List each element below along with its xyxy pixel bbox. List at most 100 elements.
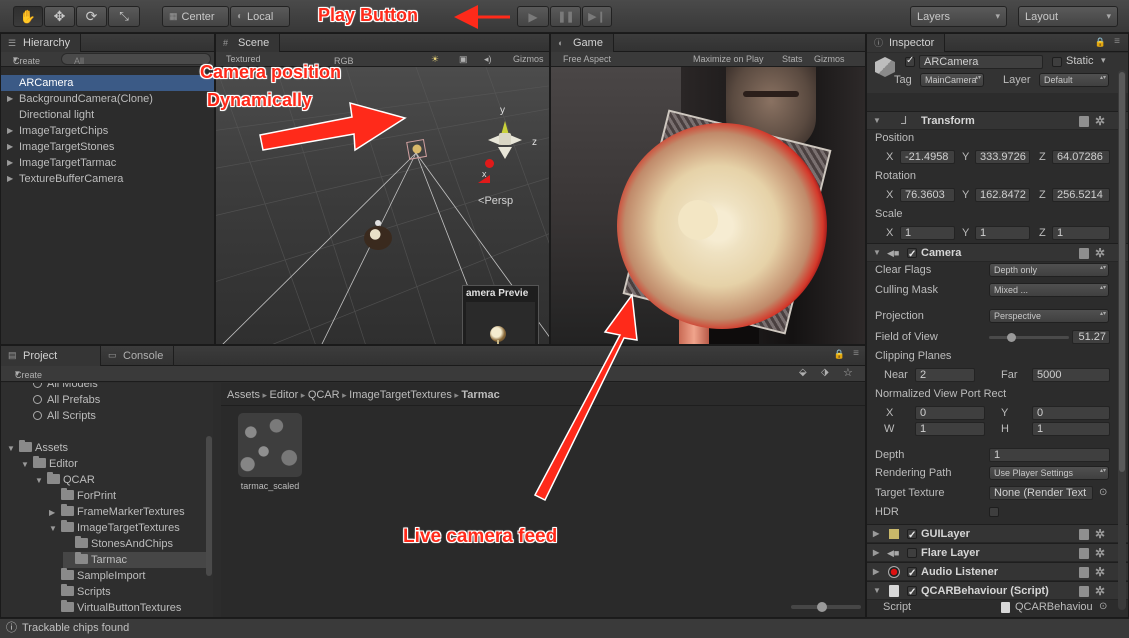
fov-slider[interactable] [989,333,1069,342]
tab-console[interactable]: ▭ Console [101,346,175,366]
rotate-tool-button[interactable]: ⟳ [76,6,107,27]
asset-tarmac-scaled[interactable]: tarmac_scaled [237,413,303,493]
position-z-field[interactable]: 64.07286 [1052,150,1110,164]
scale-tool-button[interactable]: ⤡ [108,6,140,27]
panel-lock-icon[interactable]: 🔒 [834,349,845,360]
tree-folder[interactable]: ▶ FrameMarkerTextures [49,504,185,520]
aspect-dropdown[interactable]: Free Aspect [563,54,611,64]
audiolistener-settings-icon[interactable]: ✲ [1095,563,1105,581]
hierarchy-foldout-icon[interactable]: ▶ [7,123,13,139]
qcarbehaviour-checkbox[interactable] [907,584,917,602]
guilayer-checkbox[interactable] [907,527,917,545]
hierarchy-foldout-icon[interactable]: ▶ [7,155,13,171]
orientation-gizmo[interactable]: y z x [474,105,538,189]
breadcrumb-item[interactable]: Assets [227,389,260,401]
tree-foldout-icon[interactable]: ▼ [49,521,61,537]
guilayer-settings-icon[interactable]: ✲ [1095,525,1105,543]
tree-folder[interactable]: StonesAndChips [63,536,173,552]
tab-inspector[interactable]: ⓘ Inspector [867,34,946,52]
breadcrumb-item[interactable]: QCAR [308,389,340,401]
tree-folder[interactable]: ForPrint [49,488,116,504]
audiolistener-foldout-icon[interactable]: ▶ [873,563,879,581]
flarelayer-checkbox[interactable] [907,548,917,558]
guilayer-help-icon[interactable] [1079,529,1089,540]
audiolistener-help-icon[interactable] [1079,567,1089,578]
filter-label-icon[interactable]: ⬗ [821,367,829,378]
tree-scrollbar[interactable] [206,436,212,576]
tree-folder[interactable]: ▼ Editor [21,456,78,472]
tree-folder[interactable]: ▼ Assets [7,440,68,456]
flarelayer-header[interactable]: ▶ ◀■ Flare Layer ✲ [867,543,1128,562]
camera-header[interactable]: ▼ ◀■ Camera ✲ [867,243,1128,264]
move-tool-button[interactable]: ✥ [44,6,75,27]
favorite-star-icon[interactable]: ☆ [843,366,853,379]
tab-project[interactable]: ▤ Project [1,346,101,366]
fx-toggle-icon[interactable]: ▣ [459,54,468,65]
inspector-lock-icon[interactable]: 🔒 [1095,37,1106,48]
inspector-scrollbar[interactable] [1118,70,1126,610]
position-x-field[interactable]: -21.4958 [900,150,955,164]
hand-tool-button[interactable]: ✋ [13,6,43,27]
guilayer-foldout-icon[interactable]: ▶ [873,525,879,543]
favorite-item[interactable]: All Scripts [33,408,96,424]
target-texture-field[interactable]: None (Render Text [989,486,1093,500]
tree-foldout-icon[interactable]: ▼ [35,473,47,489]
transform-help-icon[interactable] [1079,116,1089,127]
hierarchy-foldout-icon[interactable]: ▶ [7,171,13,187]
flarelayer-settings-icon[interactable]: ✲ [1095,544,1105,562]
step-button[interactable]: ▶❙ [582,6,612,27]
play-button[interactable]: ▶ [517,6,549,27]
hierarchy-foldout-icon[interactable]: ▶ [7,139,13,155]
transform-header[interactable]: ▼ ⅃ Transform ✲ [867,111,1128,130]
tree-folder[interactable]: VirtualButtonTextures [49,600,181,616]
guilayer-header[interactable]: ▶ GUILayer ✲ [867,524,1128,545]
inspector-menu-icon[interactable]: ≡ [1114,36,1120,47]
layout-dropdown[interactable]: Layout [1018,6,1118,27]
hdr-checkbox[interactable] [989,507,999,517]
camera-enabled-checkbox[interactable] [907,246,917,264]
rotation-x-field[interactable]: 76.3603 [900,188,955,202]
culling-mask-dropdown[interactable]: Mixed ... [989,283,1109,297]
depth-field[interactable]: 1 [989,448,1110,462]
flarelayer-foldout-icon[interactable]: ▶ [873,544,879,562]
stats-toggle[interactable]: Stats [782,54,803,64]
hierarchy-create-button[interactable]: Create ▾ [13,54,40,66]
audiolistener-header[interactable]: ▶ Audio Listener ✲ [867,562,1128,583]
fov-field[interactable]: 51.27 [1072,330,1110,344]
hierarchy-item[interactable]: ▶ ImageTargetTarmac [1,155,214,171]
hierarchy-search-input[interactable]: All [61,53,211,66]
position-y-field[interactable]: 333.9726 [975,150,1030,164]
breadcrumb-item[interactable]: Tarmac [461,389,499,401]
audiolistener-checkbox[interactable] [907,565,917,583]
tree-folder[interactable]: SampleImport [49,568,145,584]
fov-slider-thumb[interactable] [1007,333,1017,342]
persp-label-toggle[interactable]: <Persp [478,195,513,207]
scene-gizmos-dropdown[interactable]: Gizmos [513,54,544,64]
camera-foldout-icon[interactable]: ▼ [873,244,881,262]
tree-foldout-icon[interactable]: ▼ [21,457,33,473]
scene-pot-object[interactable] [362,220,394,254]
clear-flags-dropdown[interactable]: Depth only [989,263,1109,277]
favorite-item[interactable]: All Prefabs [33,392,100,408]
audio-toggle-icon[interactable]: ◂) [484,54,492,65]
thumbnail-size-slider[interactable] [791,602,861,612]
tab-scene[interactable]: # Scene [216,34,281,52]
game-gizmos-toggle[interactable]: Gizmos [814,54,845,64]
vp-w-field[interactable]: 1 [915,422,985,436]
camera-help-icon[interactable] [1079,248,1089,259]
hierarchy-item[interactable]: ▶ TextureBufferCamera [1,171,214,187]
hierarchy-item[interactable]: ARCamera [1,75,214,91]
lighting-toggle-icon[interactable]: ☀ [431,54,439,65]
script-value[interactable]: QCARBehaviou [1015,598,1099,616]
filter-type-icon[interactable]: ⬙ [799,367,807,378]
tree-foldout-icon[interactable]: ▼ [7,441,19,457]
layers-dropdown[interactable]: Layers [910,6,1007,27]
project-create-button[interactable]: Create ▾ [15,368,42,380]
tab-game[interactable]: ◐ Game [551,34,614,52]
qcarbehaviour-help-icon[interactable] [1079,586,1089,597]
object-active-checkbox[interactable] [905,55,915,67]
transform-foldout-icon[interactable]: ▼ [873,112,881,130]
panel-menu-icon[interactable]: ≡ [853,348,859,359]
rotation-y-field[interactable]: 162.8472 [975,188,1030,202]
pivot-local-toggle[interactable]: ◐ Local [230,6,290,27]
